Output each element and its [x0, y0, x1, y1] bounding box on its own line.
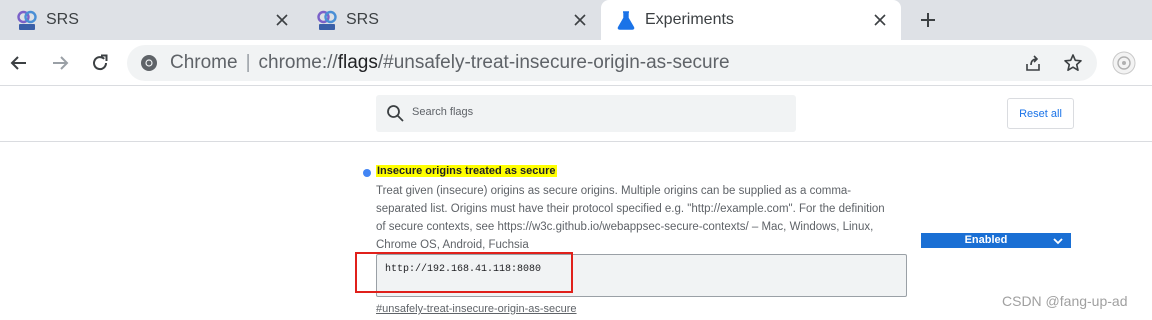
profile-avatar-icon[interactable]	[1111, 50, 1137, 76]
tab-title: SRS	[46, 11, 79, 28]
reset-all-button[interactable]: Reset all	[1007, 98, 1074, 129]
forward-button[interactable]	[46, 49, 74, 77]
address-bar[interactable]: Chrome | chrome://flags/#unsafely-treat-in…	[127, 45, 1097, 81]
plus-icon	[921, 13, 935, 27]
tab-experiments[interactable]: Experiments	[601, 0, 901, 40]
close-icon[interactable]	[869, 9, 891, 31]
tab-strip: SRS SRS Experiments	[0, 0, 1152, 40]
flag-description: Treat given (insecure) origins as secure…	[376, 185, 885, 251]
search-input[interactable]: Search flags	[412, 106, 473, 118]
tab-srs-1[interactable]: SRS	[0, 0, 300, 40]
share-icon	[1026, 55, 1040, 71]
arrow-left-icon	[10, 56, 26, 70]
back-button[interactable]	[5, 49, 33, 77]
url-divider: |	[245, 52, 251, 73]
bookmark-button[interactable]	[1061, 51, 1085, 75]
flag-anchor-link[interactable]: #unsafely-treat-insecure-origin-as-secur…	[376, 303, 577, 315]
chrome-icon	[141, 55, 157, 71]
share-button[interactable]	[1021, 51, 1045, 75]
reload-icon	[93, 54, 108, 71]
origin-label: Chrome	[170, 52, 238, 73]
flag-title: Insecure origins treated as secure	[376, 165, 557, 177]
srs-icon	[317, 10, 337, 30]
chevron-down-icon	[1053, 238, 1063, 245]
flag-state-select[interactable]: Enabled	[921, 233, 1071, 248]
url-scheme: chrome://	[258, 52, 338, 73]
srs-icon	[17, 10, 37, 30]
modified-indicator-icon	[363, 169, 371, 177]
new-tab-button[interactable]	[914, 6, 942, 34]
tab-title: SRS	[346, 11, 379, 28]
flask-icon	[617, 11, 635, 30]
annotation-box	[355, 252, 573, 293]
tab-srs-2[interactable]: SRS	[300, 0, 600, 40]
url-path: /#unsafely-treat-insecure-origin-as-secu…	[377, 52, 730, 73]
search-icon	[387, 105, 404, 122]
search-field[interactable]: Search flags	[376, 95, 796, 132]
tab-title: Experiments	[645, 11, 734, 28]
arrow-right-icon	[53, 56, 69, 70]
reload-button[interactable]	[86, 49, 114, 77]
toolbar: Chrome | chrome://flags/#unsafely-treat-in…	[0, 40, 1152, 86]
watermark: CSDN @fang-up-ad	[1002, 293, 1128, 309]
flags-header: Search flags Reset all	[0, 86, 1152, 142]
url-host: flags	[337, 52, 378, 73]
close-icon[interactable]	[569, 9, 591, 31]
close-icon[interactable]	[271, 9, 293, 31]
star-icon	[1064, 54, 1082, 71]
url-text[interactable]: Chrome | chrome://flags/#unsafely-treat-in…	[170, 52, 730, 74]
select-value: Enabled	[964, 234, 1008, 246]
